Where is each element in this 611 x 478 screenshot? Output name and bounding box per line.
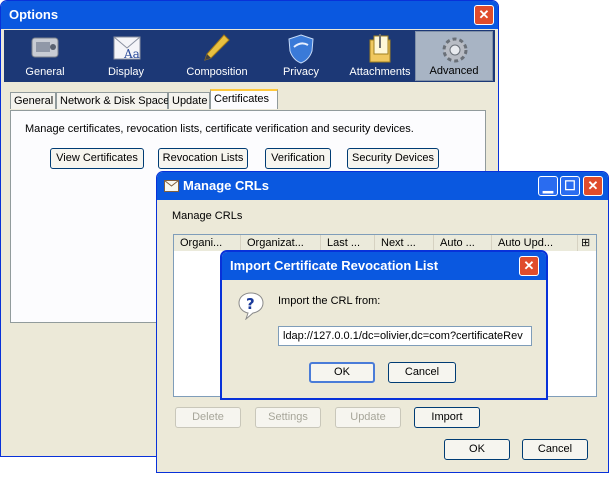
settings-button[interactable]: Settings [255,407,321,428]
options-close-button[interactable]: ✕ [474,5,494,25]
toolbar-privacy[interactable]: Privacy [262,31,340,81]
toolbar-label: Attachments [349,66,411,78]
column-header[interactable]: Last ... [321,235,375,251]
toolbar-label: Composition [186,66,248,78]
import-close-button[interactable]: ✕ [519,256,539,276]
crls-close-button[interactable]: ✕ [583,176,603,196]
update-button[interactable]: Update [335,407,401,428]
import-button[interactable]: Import [414,407,480,428]
svg-text:Aa: Aa [123,47,140,61]
import-cancel-button[interactable]: Cancel [388,362,456,383]
crls-minimize-button[interactable]: ▁ [538,176,558,196]
mail-icon [164,180,179,192]
advanced-icon [442,37,468,63]
view-certificates-button[interactable]: View Certificates [50,148,144,169]
column-header[interactable]: Next ... [375,235,434,251]
options-title-bar[interactable]: Options [1,1,498,29]
toolbar-composition[interactable]: Composition [172,31,262,81]
revocation-lists-button[interactable]: Revocation Lists [158,148,248,169]
column-picker-icon[interactable]: ⊞ [578,235,596,251]
options-tab-strip: General Network & Disk Space Update Cert… [10,89,488,111]
crl-url-input[interactable] [278,326,532,346]
verification-button[interactable]: Verification [265,148,331,169]
options-toolbar: General Aa Display Composition Privacy A… [4,30,495,82]
security-devices-button[interactable]: Security Devices [347,148,439,169]
crls-title: Manage CRLs [183,178,269,193]
column-header[interactable]: Auto ... [434,235,492,251]
display-icon: Aa [113,36,141,61]
toolbar-label: Advanced [429,65,479,77]
options-title: Options [9,7,59,22]
tab-general[interactable]: General [10,92,56,109]
general-icon [31,37,59,58]
toolbar-attachments[interactable]: Attachments [336,31,424,81]
tab-certificates[interactable]: Certificates [210,89,278,109]
toolbar-general[interactable]: General [6,31,84,81]
toolbar-label: Display [107,66,145,78]
composition-icon [204,34,230,61]
toolbar-advanced[interactable]: Advanced [415,31,493,81]
tab-network-disk-space[interactable]: Network & Disk Space [56,92,169,109]
crls-maximize-button[interactable]: ☐ [560,176,580,196]
import-title-bar[interactable]: Import Certificate Revocation List [222,252,546,280]
column-header[interactable]: Organi... [174,235,241,251]
attachments-icon [369,34,391,63]
crls-ok-button[interactable]: OK [444,439,510,460]
import-title: Import Certificate Revocation List [230,258,439,273]
crls-heading: Manage CRLs [172,210,243,222]
crls-cancel-button[interactable]: Cancel [522,439,588,460]
delete-button[interactable]: Delete [175,407,241,428]
column-header[interactable]: Auto Upd... [492,235,578,251]
import-prompt: Import the CRL from: [278,295,381,307]
svg-text:?: ? [246,295,255,313]
privacy-icon [288,34,314,64]
toolbar-label: General [25,66,65,78]
tab-update[interactable]: Update [168,92,210,109]
import-crl-dialog: Import Certificate Revocation List ✕ ? I… [220,250,548,400]
toolbar-label: Privacy [282,66,320,78]
column-header[interactable]: Organizat... [241,235,321,251]
certificates-description: Manage certificates, revocation lists, c… [25,123,414,135]
toolbar-display[interactable]: Aa Display [87,31,165,81]
import-ok-button[interactable]: OK [309,362,375,383]
question-icon: ? [238,292,264,320]
